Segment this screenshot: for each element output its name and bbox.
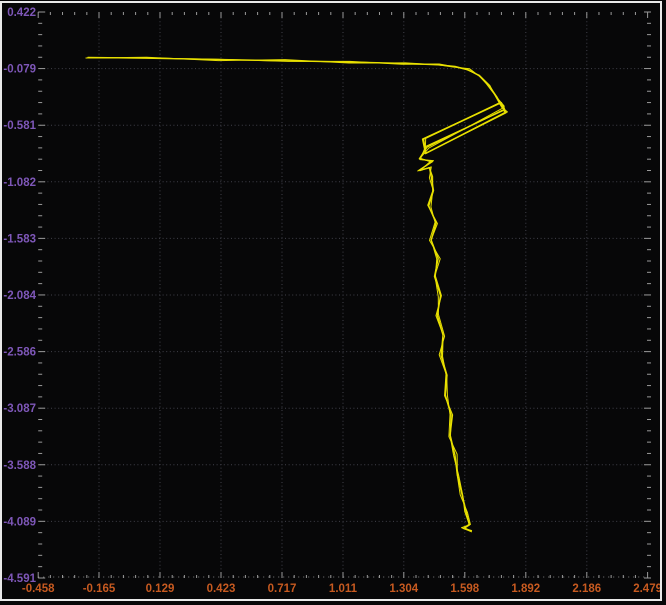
plot-background xyxy=(0,0,666,605)
x-tick-label: 1.598 xyxy=(450,583,479,595)
x-tick-label: 2.186 xyxy=(572,583,601,595)
y-tick-label: -0.079 xyxy=(3,64,36,76)
y-tick-label: 0.422 xyxy=(7,7,36,19)
xy-plot-window: -0.458-0.1650.1290.4230.7171.0111.3041.5… xyxy=(0,0,666,605)
x-tick-label: 0.423 xyxy=(207,583,236,595)
xy-plot-canvas: -0.458-0.1650.1290.4230.7171.0111.3041.5… xyxy=(0,0,666,605)
y-tick-label: -3.588 xyxy=(3,460,36,472)
x-tick-label: 0.129 xyxy=(146,583,175,595)
x-tick-label: 2.479 xyxy=(633,583,662,595)
y-tick-label: -3.087 xyxy=(3,403,36,415)
x-tick-label: 1.892 xyxy=(511,583,540,595)
y-tick-label: -1.082 xyxy=(3,177,36,189)
y-tick-label: -1.583 xyxy=(3,233,36,245)
y-tick-label: -2.586 xyxy=(3,347,36,359)
x-tick-label: 1.011 xyxy=(329,583,358,595)
y-tick-label: -4.591 xyxy=(3,573,36,585)
y-tick-label: -0.581 xyxy=(3,120,36,132)
y-tick-label: -4.089 xyxy=(3,516,36,528)
x-tick-label: -0.165 xyxy=(83,583,116,595)
x-tick-label: 0.717 xyxy=(268,583,297,595)
x-tick-label: 1.304 xyxy=(389,583,418,595)
y-tick-label: -2.084 xyxy=(3,290,36,302)
